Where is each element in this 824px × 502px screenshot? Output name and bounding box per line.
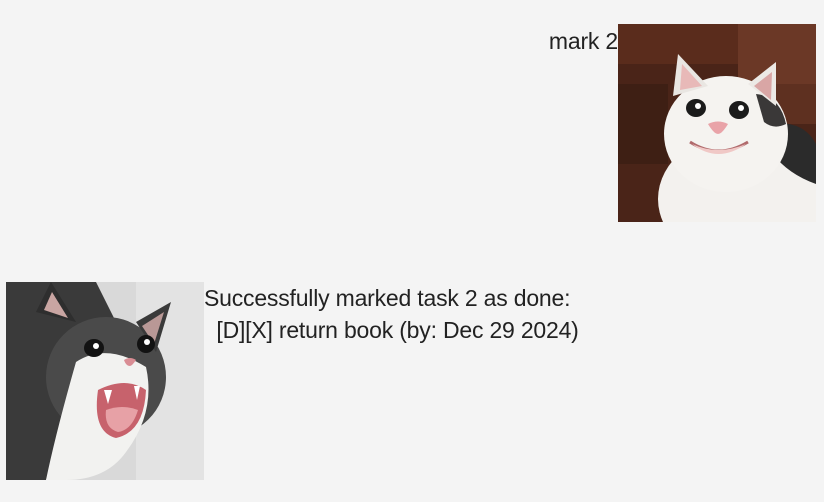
screaming-cat-icon	[6, 282, 204, 480]
user-avatar-image	[618, 24, 816, 222]
user-message-text: mark 2	[548, 28, 618, 54]
bot-dialog-box: Successfully marked task 2 as done: [D][…	[6, 282, 579, 480]
bot-message-text: Successfully marked task 2 as done: [D][…	[204, 285, 579, 343]
bot-avatar-image	[6, 282, 204, 480]
user-dialog-box: mark 2	[549, 24, 816, 222]
smiling-white-cat-icon	[618, 24, 816, 222]
